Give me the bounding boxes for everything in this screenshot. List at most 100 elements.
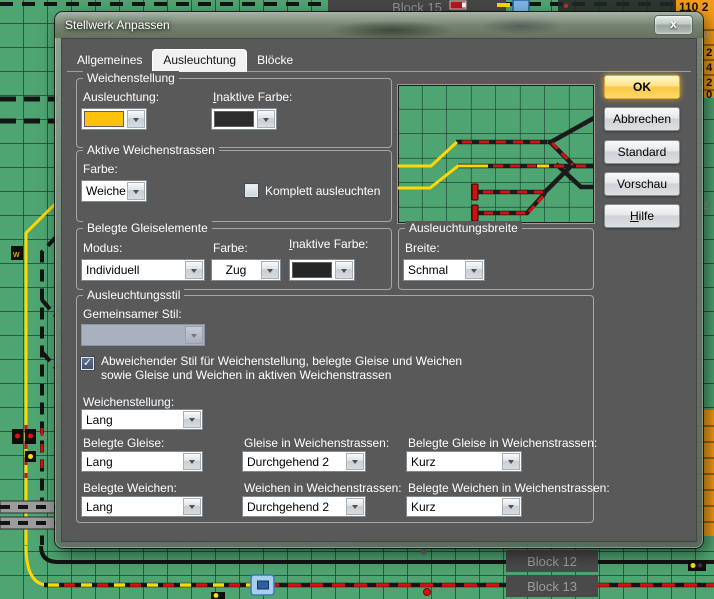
color-swatch-dark (292, 262, 332, 278)
group-weichenstellung: Weichenstellung Ausleuchtung: Inaktive F… (76, 78, 392, 148)
komplett-ausleuchten-checkbox[interactable] (245, 184, 258, 197)
close-button[interactable]: x (654, 15, 693, 35)
dropdown-value: Schmal (404, 260, 464, 280)
dialog-stellwerk-anpassen: Stellwerk Anpassen x Allgemeines Ausleuc… (55, 12, 703, 548)
modus-dropdown[interactable]: Individuell (81, 259, 205, 281)
dropdown-arrow-icon (465, 261, 483, 279)
belegte-weichen-dropdown[interactable]: Lang (81, 496, 203, 517)
ausleuchtung-color-dropdown[interactable] (81, 108, 147, 130)
svg-text:w: w (12, 249, 20, 259)
tab-allgemeines[interactable]: Allgemeines (67, 50, 152, 71)
weichenstellung-stil-dropdown[interactable]: Lang (81, 409, 203, 430)
ausleuchtung-label: Ausleuchtung: (83, 90, 159, 104)
buffer-stop-icon (472, 205, 478, 221)
ausleuchtung-preview (397, 84, 595, 224)
train-marker-icon (513, 0, 529, 12)
signal-yellow-icon (497, 3, 510, 7)
gemeinsamer-stil-label: Gemeinsamer Stil: (83, 307, 182, 321)
dropdown-arrow-icon (185, 326, 203, 344)
farbe-dropdown[interactable]: Zug (211, 259, 281, 281)
color-swatch-yellow (84, 111, 124, 127)
farbe-dropdown[interactable]: Weiche... (81, 180, 147, 202)
dropdown-arrow-icon (261, 261, 279, 279)
belegte-gleise-in-weichenstrassen-dropdown[interactable]: Kurz (406, 451, 522, 472)
preview-button[interactable]: Vorschau (604, 172, 680, 196)
gray-dot-indicator (421, 549, 427, 555)
group-title: Ausleuchtungsstil (83, 288, 184, 302)
title-bar[interactable]: Stellwerk Anpassen x (55, 12, 703, 38)
breite-label: Breite: (405, 241, 440, 255)
tab-ausleuchtung[interactable]: Ausleuchtung (152, 49, 247, 72)
dropdown-value: Weiche... (82, 181, 126, 201)
dropdown-arrow-icon (502, 498, 520, 515)
dropdown-arrow-icon (257, 110, 275, 128)
dropdown-value: Kurz (407, 452, 501, 471)
abweichender-stil-label: Abweichender Stil für Weichenstellung, b… (101, 354, 481, 382)
inaktive-farbe-color-dropdown[interactable] (211, 108, 277, 130)
group-title: Ausleuchtungsbreite (405, 221, 522, 235)
group-belegte-gleiselemente: Belegte Gleiselemente Modus: Individuell… (76, 228, 392, 290)
dropdown-value: Kurz (407, 497, 501, 516)
dropdown-arrow-icon (335, 261, 353, 279)
dropdown-arrow-icon (346, 453, 364, 470)
dropdown-arrow-icon (183, 453, 201, 470)
dropdown-arrow-icon (185, 261, 203, 279)
weichen-in-weichenstrassen-label: Weichen in Weichenstrassen: (244, 481, 402, 495)
group-ausleuchtungsbreite: Ausleuchtungsbreite Breite: Schmal (398, 228, 594, 290)
abweichender-stil-checkbox[interactable]: ✓ (81, 357, 94, 370)
inaktive-farbe-label: Inaktive Farbe: (289, 237, 368, 251)
right-text: u (703, 29, 709, 41)
help-button[interactable]: Hilfe (604, 204, 680, 228)
close-icon: x (670, 17, 677, 31)
cancel-button[interactable]: Abbrechen (604, 107, 680, 131)
tab-strip: Allgemeines Ausleuchtung Blöcke (67, 48, 691, 72)
dialog-client-area: Allgemeines Ausleuchtung Blöcke Weichens… (61, 38, 697, 542)
dropdown-arrow-icon (346, 498, 364, 515)
red-dot-indicator (424, 589, 431, 596)
dropdown-arrow-icon (183, 411, 201, 428)
weichen-in-weichenstrassen-dropdown[interactable]: Durchgehend 2 (242, 496, 366, 517)
standard-button[interactable]: Standard (604, 140, 680, 164)
group-ausleuchtungsstil: Ausleuchtungsstil Gemeinsamer Stil: ✓ Ab… (76, 295, 594, 523)
belegte-gleise-in-weichenstrassen-label: Belegte Gleise in Weichenstrassen: (408, 436, 597, 450)
dropdown-value: Durchgehend 2 (243, 452, 345, 471)
block12-label: Block 12 (527, 554, 577, 569)
dropdown-value: Individuell (82, 260, 184, 280)
dropdown-value: Lang (82, 410, 182, 429)
weichenstellung-stil-label: Weichenstellung: (83, 395, 174, 409)
dialog-title: Stellwerk Anpassen (65, 12, 170, 38)
gemeinsamer-stil-dropdown[interactable] (81, 324, 205, 346)
farbe-label: Farbe: (213, 241, 248, 255)
group-title: Belegte Gleiselemente (83, 221, 212, 235)
komplett-ausleuchten-label: Komplett ausleuchten (265, 184, 380, 198)
dropdown-value: Zug (212, 260, 260, 280)
belegte-gleise-label: Belegte Gleise: (83, 436, 164, 450)
dropdown-value (82, 325, 184, 345)
dropdown-value: Lang (82, 452, 182, 471)
ok-button[interactable]: OK (604, 75, 680, 99)
help-button-label: Hilfe (630, 205, 654, 227)
belegte-weichen-label: Belegte Weichen: (83, 481, 177, 495)
group-title: Weichenstellung (83, 71, 179, 85)
gleise-in-weichenstrassen-label: Gleise in Weichenstrassen: (244, 436, 389, 450)
checkbox-check-icon: ✓ (83, 357, 92, 369)
dropdown-arrow-icon (127, 110, 145, 128)
farbe-label: Farbe: (83, 162, 118, 176)
buffer-stop-icon (472, 184, 478, 200)
inaktive-farbe-label: Inaktive Farbe: (213, 90, 292, 104)
dropdown-value: Durchgehend 2 (243, 497, 345, 516)
dropdown-arrow-icon (502, 453, 520, 470)
modus-label: Modus: (83, 241, 122, 255)
belegte-weichen-in-weichenstrassen-dropdown[interactable]: Kurz (406, 496, 522, 517)
belegte-weichen-in-weichenstrassen-label: Belegte Weichen in Weichenstrassen: (408, 481, 610, 495)
group-title: Aktive Weichenstrassen (83, 143, 219, 157)
block13-label: Block 13 (527, 579, 577, 594)
breite-dropdown[interactable]: Schmal (403, 259, 485, 281)
dropdown-value: Lang (82, 497, 182, 516)
tab-bloecke[interactable]: Blöcke (247, 50, 303, 71)
inaktive-farbe-color-dropdown[interactable] (289, 259, 355, 281)
gleise-in-weichenstrassen-dropdown[interactable]: Durchgehend 2 (242, 451, 366, 472)
screen: { "window": { "title": "Stellwerk Anpass… (0, 0, 714, 599)
belegte-gleise-dropdown[interactable]: Lang (81, 451, 203, 472)
color-swatch-dark (214, 111, 254, 127)
